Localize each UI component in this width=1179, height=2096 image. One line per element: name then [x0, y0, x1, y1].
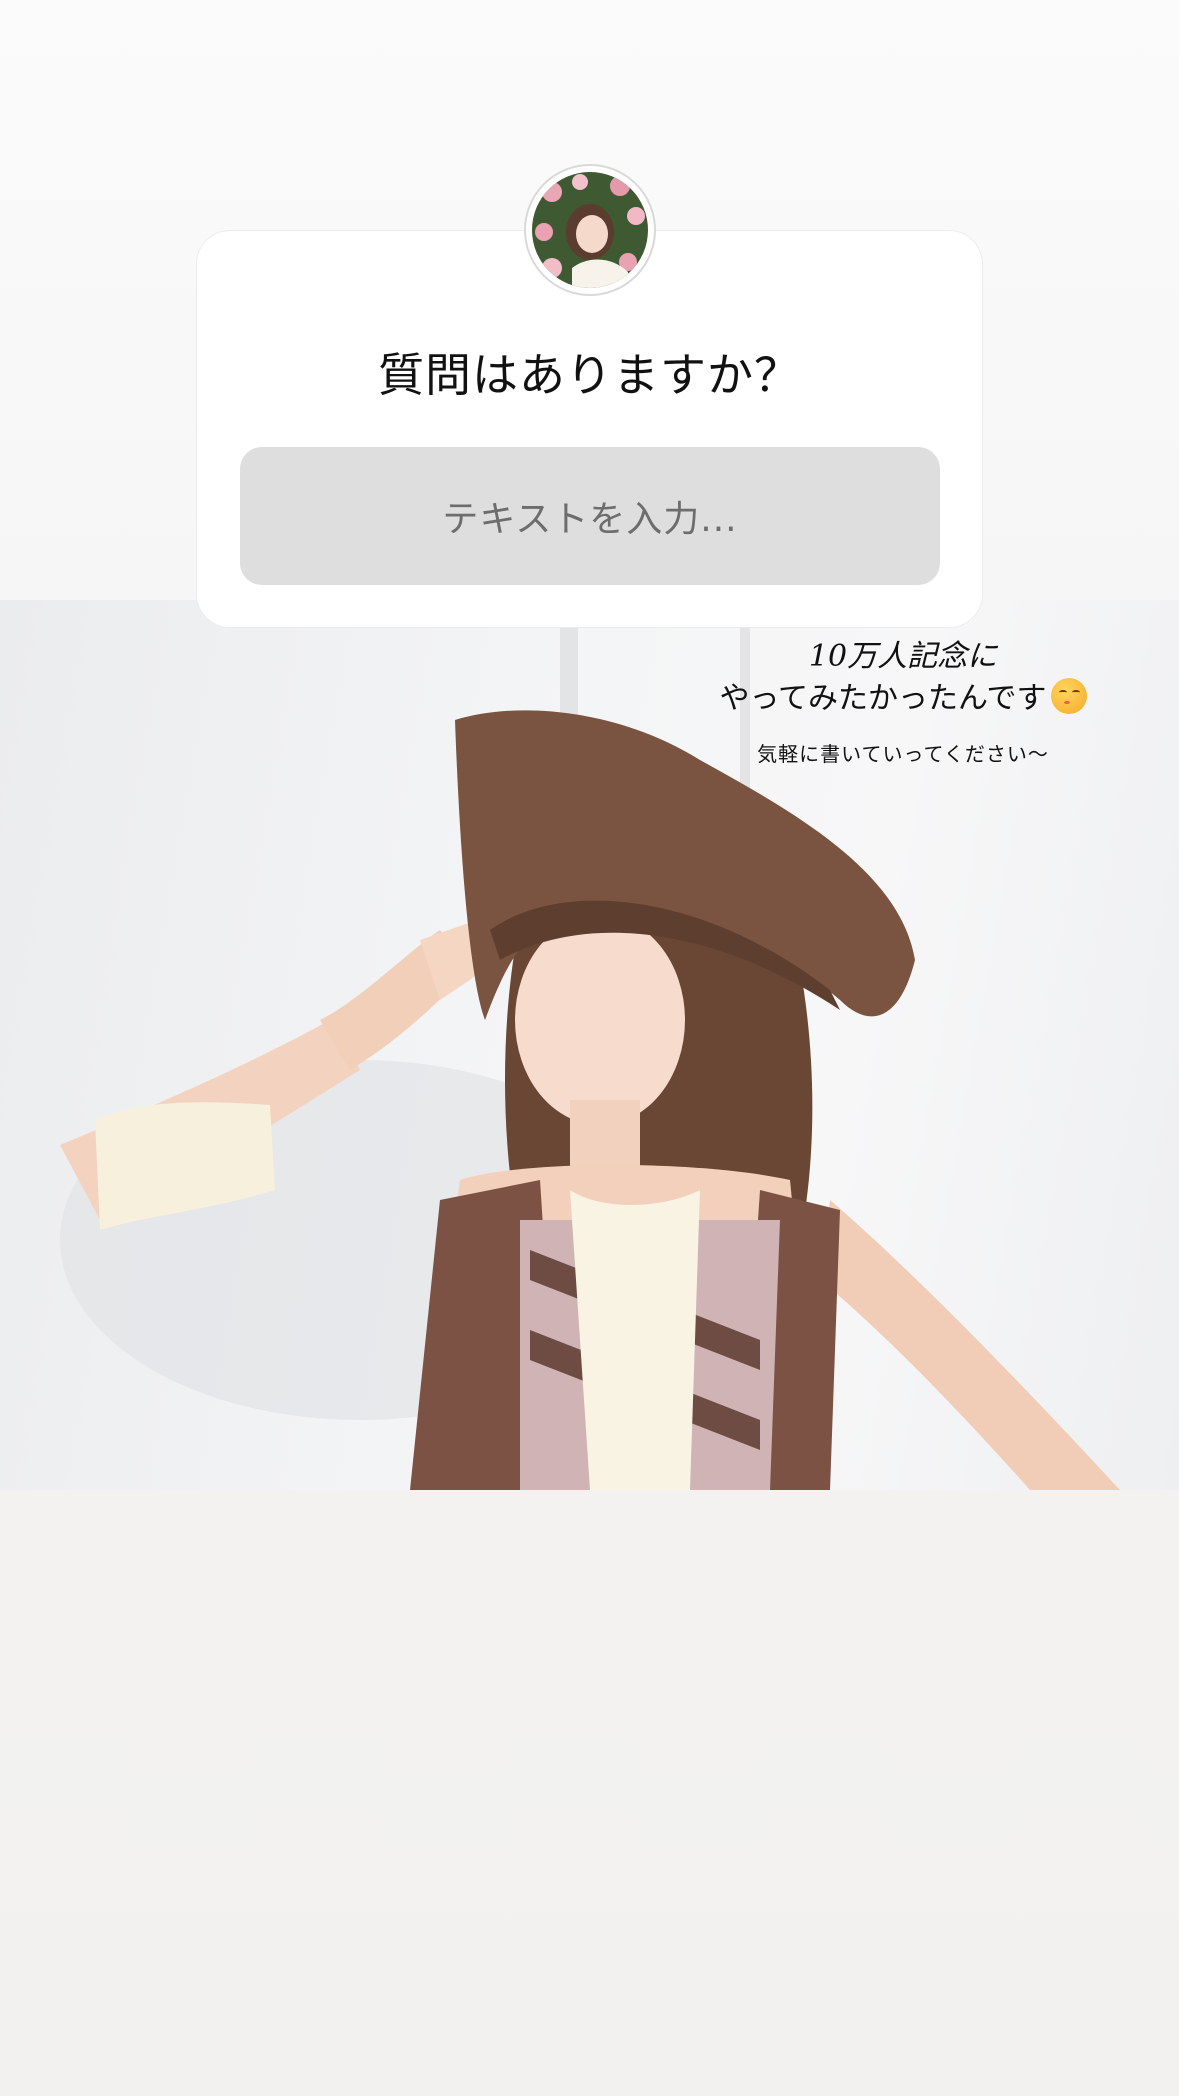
- caption-line-2: やってみたかったんです: [683, 678, 1123, 720]
- kissing-face-icon: [1050, 678, 1087, 714]
- caption-line-1: 10万人記念に: [808, 639, 998, 674]
- avatar: [524, 164, 656, 296]
- caption-subtext: 気軽に書いていってください〜: [757, 742, 1049, 766]
- avatar-image: [532, 172, 648, 288]
- caption-line-2-text: やってみたかったんです: [719, 681, 1047, 716]
- answer-input[interactable]: テキストを入力...: [240, 447, 940, 585]
- question-title: 質問はありますか？: [378, 348, 801, 402]
- story-caption: 10万人記念に やってみたかったんです 気軽に書いていってください〜: [683, 636, 1123, 767]
